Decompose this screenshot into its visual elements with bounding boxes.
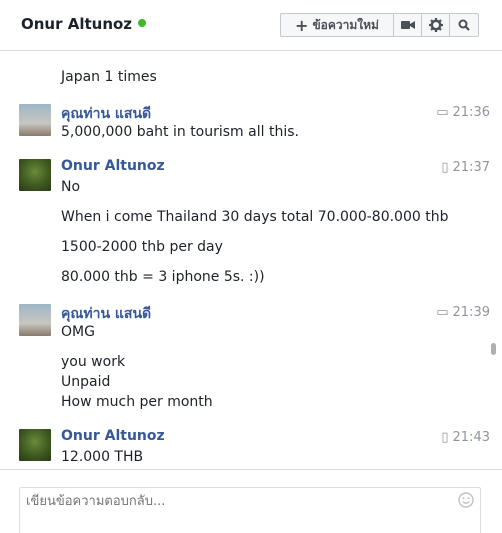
message-time: ▯ 21:37 bbox=[430, 160, 490, 175]
message-time-text: 21:36 bbox=[452, 105, 490, 120]
avatar[interactable] bbox=[19, 159, 51, 191]
message-text: 80.000 thb = 3 iphone 5s. :)) bbox=[61, 269, 265, 285]
online-status-icon bbox=[138, 19, 147, 27]
sender-name[interactable]: คุณท่าน แสนดี bbox=[61, 103, 151, 125]
reply-box[interactable] bbox=[19, 487, 481, 533]
chat-toolbar: + ข้อความใหม่ bbox=[280, 13, 479, 37]
message-text: No bbox=[61, 179, 81, 195]
emoji-icon[interactable] bbox=[458, 492, 474, 508]
message-text: 12.000 THB bbox=[61, 449, 144, 465]
video-call-button[interactable] bbox=[394, 14, 422, 36]
message-text: OMG bbox=[61, 324, 95, 340]
message-text: Japan 1 times bbox=[61, 69, 157, 85]
contact-name-text[interactable]: Onur Altunoz bbox=[21, 15, 132, 33]
video-icon bbox=[400, 21, 415, 29]
avatar[interactable] bbox=[19, 304, 51, 336]
message-time: ▯ 21:43 bbox=[430, 430, 490, 445]
plus-icon: + bbox=[295, 15, 309, 35]
settings-button[interactable] bbox=[422, 14, 450, 36]
sender-name[interactable]: Onur Altunoz bbox=[61, 158, 165, 174]
message-text: you work bbox=[61, 354, 126, 370]
message-thread[interactable]: Japan 1 times คุณท่าน แสนดี ▭ 21:36 5,000… bbox=[0, 52, 490, 468]
chat-header: Onur Altunoz + ข้อความใหม่ bbox=[0, 0, 502, 51]
web-chat-icon: ▭ bbox=[436, 105, 449, 120]
mobile-icon: ▯ bbox=[441, 430, 449, 445]
message-text: 5,000,000 baht in tourism all this. bbox=[61, 124, 299, 140]
sender-name[interactable]: Onur Altunoz bbox=[61, 428, 165, 444]
contact-name[interactable]: Onur Altunoz bbox=[21, 15, 147, 33]
message-text: 1500-2000 thb per day bbox=[61, 239, 223, 255]
mobile-icon: ▯ bbox=[441, 160, 449, 175]
avatar[interactable] bbox=[19, 429, 51, 461]
search-button[interactable] bbox=[450, 14, 478, 36]
new-message-label: ข้อความใหม่ bbox=[312, 17, 379, 32]
gear-icon bbox=[428, 18, 443, 32]
sender-name[interactable]: คุณท่าน แสนดี bbox=[61, 303, 151, 325]
message-time: ▭ 21:39 bbox=[430, 305, 490, 320]
message-time-text: 21:37 bbox=[452, 160, 490, 175]
reply-input[interactable] bbox=[26, 494, 446, 509]
search-icon bbox=[458, 19, 470, 31]
message-time-text: 21:43 bbox=[452, 430, 490, 445]
message-text: How much per month bbox=[61, 394, 213, 410]
message-text: When i come Thailand 30 days total 70.00… bbox=[61, 209, 449, 225]
web-chat-icon: ▭ bbox=[436, 305, 449, 320]
compose-area bbox=[0, 469, 502, 533]
message-time-text: 21:39 bbox=[452, 305, 490, 320]
new-message-button[interactable]: + ข้อความใหม่ bbox=[281, 14, 394, 36]
avatar[interactable] bbox=[19, 104, 51, 136]
scrollbar-thumb[interactable] bbox=[491, 343, 496, 355]
message-time: ▭ 21:36 bbox=[430, 105, 490, 120]
message-text: Unpaid bbox=[61, 374, 111, 390]
